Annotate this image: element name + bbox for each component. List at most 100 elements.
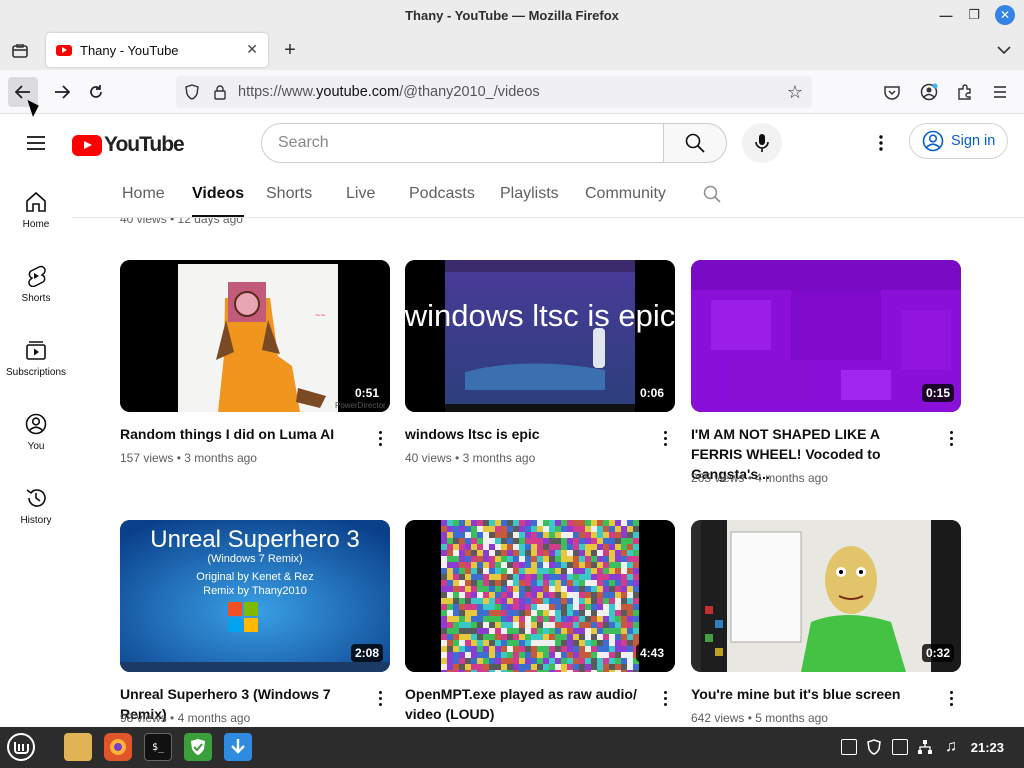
video-views: 98 views (120, 711, 167, 725)
taskbar-clock[interactable]: 21:23 (971, 740, 1004, 755)
firefox-taskbar-icon[interactable] (104, 733, 132, 761)
sign-in-label: Sign in (951, 133, 996, 149)
luma-thumbnail-image: ~~ PowerDirector (120, 260, 390, 412)
sidebar-item-you[interactable]: You (0, 413, 72, 452)
url-prefix: https://www. (238, 84, 317, 100)
maximize-icon[interactable]: ❐ (964, 5, 984, 25)
network-tray-icon[interactable] (917, 739, 933, 755)
close-tab-icon[interactable]: ✕ (246, 41, 258, 58)
settings-kebab-icon[interactable] (870, 131, 892, 155)
video-action-menu-icon[interactable] (941, 426, 961, 450)
video-duration: 0:51 (350, 384, 383, 402)
navigation-toolbar: https://www.youtube.com/@thany2010_/vide… (0, 70, 1024, 114)
video-duration: 0:32 (921, 644, 954, 662)
extensions-icon[interactable] (955, 82, 975, 102)
video-action-menu-icon[interactable] (941, 686, 961, 710)
tab-home[interactable]: Home (122, 185, 165, 203)
sidebar-item-history[interactable]: History (0, 487, 72, 526)
video-age: 3 months ago (462, 451, 536, 465)
thumbnail-overlay-remix: Remix by Thany2010 (203, 585, 307, 597)
svg-text:~~: ~~ (315, 310, 326, 320)
tab-playlists[interactable]: Playlists (500, 185, 559, 203)
video-duration: 2:08 (350, 644, 383, 662)
sign-in-button[interactable]: Sign in (909, 123, 1008, 159)
url-bar[interactable]: https://www.youtube.com/@thany2010_/vide… (176, 76, 812, 108)
tab-videos[interactable]: Videos (192, 185, 245, 217)
tracking-protection-shield-icon[interactable] (184, 84, 200, 100)
video-age: 5 months ago (755, 711, 828, 725)
video-card[interactable]: 0:15 I'M AM NOT SHAPED LIKE A FERRIS WHE… (691, 260, 961, 510)
minimize-icon[interactable]: — (936, 5, 956, 25)
url-text: https://www.youtube.com/@thany2010_/vide… (238, 84, 540, 100)
video-title[interactable]: windows ltsc is epic (405, 424, 645, 444)
video-meta: 642 views • 5 months ago (691, 711, 828, 725)
video-thumbnail[interactable]: 0:15 (691, 260, 961, 412)
mint-menu-icon[interactable] (6, 732, 36, 762)
tab-podcasts[interactable]: Podcasts (409, 185, 475, 203)
pocket-icon[interactable] (882, 82, 902, 102)
tab-community[interactable]: Community (585, 185, 666, 203)
youtube-logo[interactable]: YouTube (72, 133, 185, 157)
terminal-icon[interactable]: $_ (144, 733, 172, 761)
sidebar-label-subscriptions: Subscriptions (5, 367, 67, 378)
video-thumbnail[interactable]: 0:32 (691, 520, 961, 672)
thumbnail-overlay-credit: Original by Kenet & Rez (196, 571, 313, 583)
video-card[interactable]: 4:43 OpenMPT.exe played as raw audio/ vi… (405, 520, 675, 727)
video-thumbnail[interactable]: Unreal Superhero 3 (Windows 7 Remix) Ori… (120, 520, 390, 672)
account-icon[interactable] (919, 82, 939, 102)
reload-button[interactable] (84, 77, 108, 107)
list-all-tabs-icon[interactable] (994, 40, 1014, 60)
window-titlebar: Thany - YouTube — Mozilla Firefox — ❐ ✕ (0, 0, 1024, 30)
app-menu-icon[interactable] (990, 82, 1010, 102)
channel-tabs: Home Videos Shorts Live Podcasts Playlis… (72, 171, 1024, 218)
search-input[interactable]: Search (261, 123, 664, 163)
browser-tab-active[interactable]: Thany - YouTube ✕ (46, 33, 268, 67)
raw-audio-noise-thumbnail-image (405, 520, 675, 672)
shield-tray-icon[interactable] (866, 739, 882, 755)
youtube-play-logo-icon (72, 134, 102, 156)
sidebar-item-home[interactable]: Home (0, 191, 72, 230)
window-title: Thany - YouTube — Mozilla Firefox (405, 7, 619, 23)
voice-search-button[interactable] (742, 123, 782, 163)
video-action-menu-icon[interactable] (655, 686, 675, 710)
video-thumbnail[interactable]: ~~ PowerDirector 0:51 (120, 260, 390, 412)
bookmark-star-icon[interactable]: ☆ (786, 82, 804, 102)
video-card[interactable]: windows ltsc is epic 0:06 windows ltsc i… (405, 260, 675, 490)
video-action-menu-icon[interactable] (370, 426, 390, 450)
video-views: 265 views (691, 471, 745, 485)
firefox-view-icon[interactable] (10, 41, 30, 61)
sidebar-item-subscriptions[interactable]: Subscriptions (0, 339, 72, 378)
forward-button[interactable] (48, 77, 76, 107)
sidebar-item-shorts[interactable]: Shorts (0, 265, 72, 304)
video-title[interactable]: OpenMPT.exe played as raw audio/ video (… (405, 684, 645, 724)
sound-tray-icon[interactable]: ♫ (943, 738, 959, 755)
guide-menu-icon[interactable] (24, 131, 48, 155)
video-card[interactable]: 0:32 You're mine but it's blue screen 64… (691, 520, 961, 727)
youtube-header: YouTube Search Sign in (0, 115, 1024, 171)
video-title[interactable]: You're mine but it's blue screen (691, 684, 931, 704)
downloads-icon[interactable] (224, 733, 252, 761)
video-card[interactable]: Unreal Superhero 3 (Windows 7 Remix) Ori… (120, 520, 390, 727)
video-action-menu-icon[interactable] (655, 426, 675, 450)
video-title[interactable]: Random things I did on Luma AI (120, 424, 360, 444)
close-window-icon[interactable]: ✕ (995, 5, 1015, 25)
windows-ltsc-thumbnail-image: windows ltsc is epic (405, 260, 675, 412)
new-tab-icon[interactable]: + (280, 39, 300, 61)
lock-icon[interactable] (212, 84, 228, 100)
files-icon[interactable] (64, 733, 92, 761)
video-thumbnail[interactable]: 4:43 (405, 520, 675, 672)
video-meta: 98 views • 4 months ago (120, 711, 251, 725)
clipboard-tray-icon[interactable] (841, 739, 857, 755)
tab-live[interactable]: Live (346, 185, 375, 203)
video-age: 3 months ago (184, 451, 257, 465)
tab-shorts[interactable]: Shorts (266, 185, 312, 203)
channel-search-icon[interactable] (702, 184, 722, 204)
notes-tray-icon[interactable] (892, 739, 908, 755)
video-thumbnail[interactable]: windows ltsc is epic 0:06 (405, 260, 675, 412)
shorts-icon (28, 265, 46, 287)
video-action-menu-icon[interactable] (370, 686, 390, 710)
update-manager-shield-icon[interactable] (184, 733, 212, 761)
youtube-favicon-icon (56, 44, 72, 56)
search-button[interactable] (663, 123, 727, 163)
video-card[interactable]: ~~ PowerDirector 0:51 Random things I di… (120, 260, 390, 490)
